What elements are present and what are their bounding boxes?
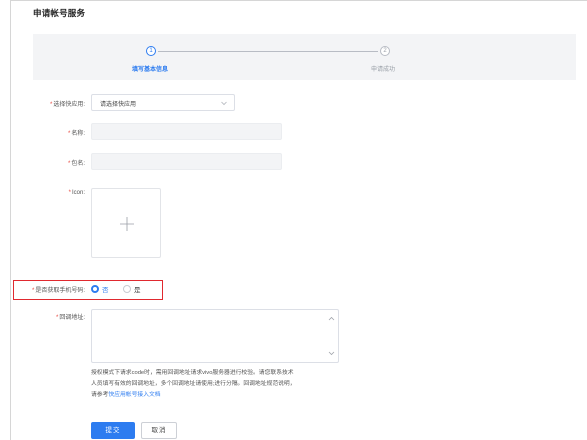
callback-label-text: 回调地址:: [59, 315, 85, 321]
help-line-1: 授权模式下请求code时，需用回调地址请求vivo服务器进行校验。请您联系技术: [91, 370, 294, 376]
package-label: *包名:: [11, 158, 85, 167]
required-mark: *: [67, 161, 71, 167]
step-2-indicator: 2: [380, 46, 390, 56]
package-label-text: 包名:: [71, 161, 85, 167]
help-line-3-prefix: 请参考: [91, 392, 109, 398]
step-1-indicator: 1: [146, 46, 156, 56]
step-connector: [158, 51, 378, 52]
callback-help-text: 授权模式下请求code时，需用回调地址请求vivo服务器进行校验。请您联系技术 …: [91, 368, 351, 401]
submit-button[interactable]: 提交: [91, 422, 135, 439]
page-title: 申请帐号服务: [33, 8, 86, 18]
step-2-label: 申请成功: [371, 67, 396, 73]
required-mark: *: [67, 131, 71, 137]
quickapp-label: *选择快应用:: [11, 99, 85, 108]
callback-textarea[interactable]: [91, 309, 339, 363]
quickapp-label-text: 选择快应用:: [53, 102, 85, 108]
phone-label-text: 是否获取手机号码:: [35, 288, 85, 294]
radio-no[interactable]: [91, 285, 99, 293]
step-1-label: 填写基本信息: [132, 67, 169, 73]
callback-label: *回调地址:: [11, 312, 85, 321]
quickapp-select-value: 请选择快应用: [100, 102, 137, 108]
icon-label-text: Icon:: [71, 190, 85, 196]
name-label-text: 名称:: [71, 131, 85, 137]
name-input[interactable]: [91, 123, 282, 140]
plus-icon: [120, 217, 134, 231]
package-input[interactable]: [91, 153, 282, 170]
required-mark: *: [55, 315, 59, 321]
icon-upload[interactable]: [91, 188, 161, 258]
chevron-down-icon: [221, 101, 227, 106]
icon-label: *Icon:: [11, 190, 85, 196]
chevron-up-icon[interactable]: [328, 316, 335, 321]
radio-no-label[interactable]: 否: [102, 284, 109, 294]
required-mark: *: [31, 288, 35, 294]
quickapp-select[interactable]: 请选择快应用: [91, 94, 235, 111]
radio-yes-label[interactable]: 是: [134, 284, 141, 294]
page-container: 申请帐号服务 1 2 填写基本信息 申请成功 *选择快应用: 请选择快应用 *名…: [10, 0, 587, 440]
cancel-button[interactable]: 取消: [141, 422, 177, 439]
required-mark: *: [68, 190, 71, 196]
docs-link[interactable]: 快应用帐号接入文档: [108, 392, 160, 398]
help-line-3: 请参考快应用帐号接入文档: [91, 390, 351, 401]
radio-yes[interactable]: [123, 285, 131, 293]
name-label: *名称:: [11, 128, 85, 137]
chevron-down-icon[interactable]: [328, 351, 335, 356]
step-progress: 1 2 填写基本信息 申请成功: [33, 34, 576, 80]
phone-label: *是否获取手机号码:: [11, 285, 85, 294]
help-line-2: 人员填写有效的回调地址，多个回调地址请使用;进行分隔。回调地址规范说明，: [91, 381, 296, 387]
required-mark: *: [49, 102, 53, 108]
